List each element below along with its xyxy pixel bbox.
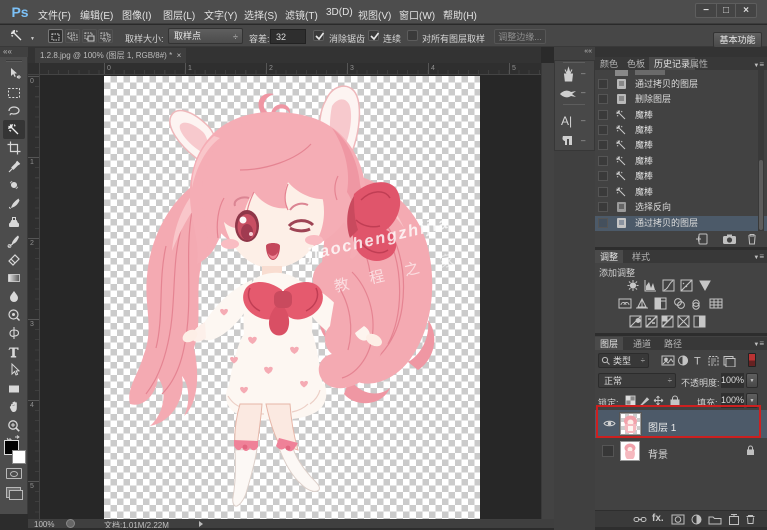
svg-text:T: T: [694, 356, 701, 368]
